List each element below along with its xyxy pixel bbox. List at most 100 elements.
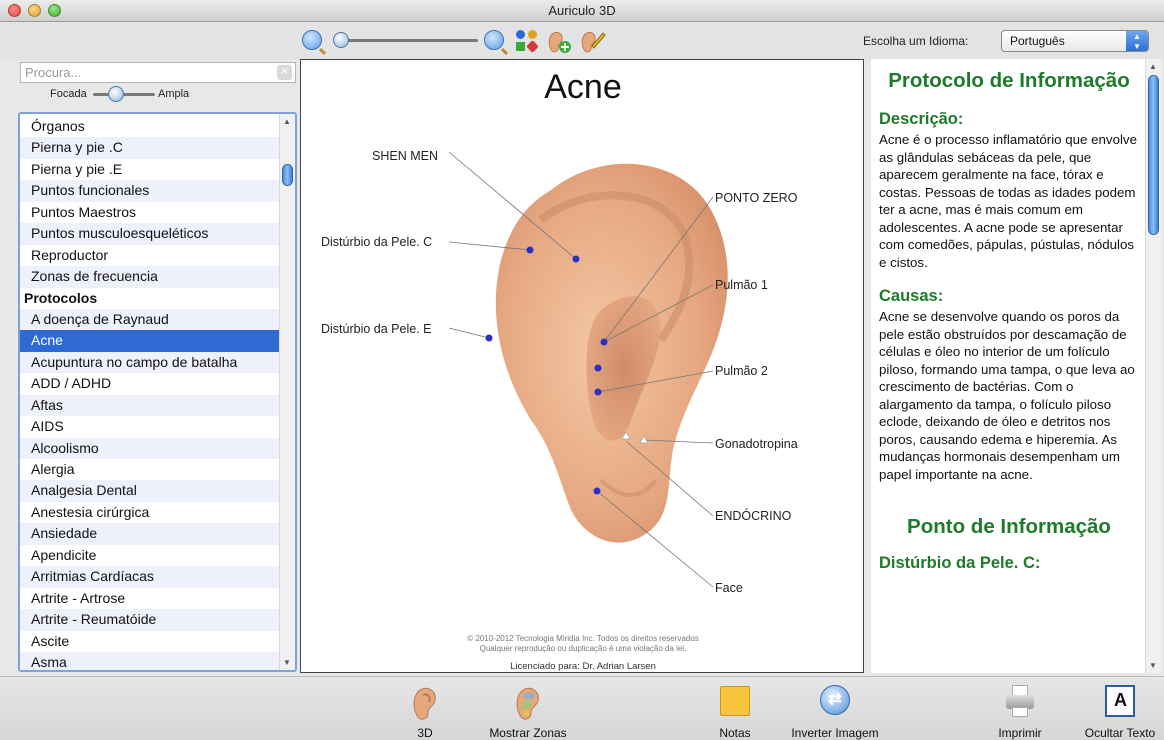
print-button[interactable]: Imprimir [990,677,1050,740]
description-heading: Descrição: [879,110,964,128]
label-face: Face [715,581,743,595]
chevron-updown-icon: ▲ ▼ [1126,31,1148,51]
list-item[interactable]: Reproductor [20,245,281,266]
list-item[interactable]: Puntos Maestros [20,202,281,223]
bottom-toolbar: 3D Mostrar Zonas Notas ⇄ Inverter Imagem… [0,676,1164,740]
point-heading: Distúrbio da Pele. C: [879,554,1041,572]
3d-label: 3D [417,726,433,740]
scroll-down-icon[interactable]: ▼ [283,658,291,667]
list-item[interactable]: Alergia [20,459,281,480]
protocol-list-items: Órganos Pierna y pie .C Pierna y pie .E Pun… [20,116,281,670]
printer-icon [1004,685,1036,719]
focus-slider-knob[interactable] [108,86,124,102]
point-ponto-zero[interactable] [594,364,602,372]
list-item[interactable]: Pierna y pie .C [20,137,281,159]
list-item[interactable]: Puntos funcionales [20,180,281,202]
list-item[interactable]: Puntos musculoesqueléticos [20,223,281,245]
clear-search-icon[interactable]: ✕ [277,65,292,80]
title-bar: Auriculo 3D [0,0,1164,22]
copyright-line-2: Qualquer reprodução ou duplicação é uma … [479,644,687,653]
ear-add-icon[interactable] [546,30,571,53]
info-title: Protocolo de Informação [888,69,1130,92]
focus-slider-track[interactable] [93,93,155,96]
zoom-slider-knob[interactable] [333,32,349,48]
search-input[interactable]: Procura... ✕ [20,62,296,83]
search-placeholder: Procura... [25,65,82,80]
label-endocrino: ENDÓCRINO [715,508,792,523]
top-toolbar: Escolha um Idioma: Português ▲ ▼ [0,22,1164,60]
list-item[interactable]: AIDS [20,416,281,437]
hide-text-button[interactable]: A Ocultar Texto [1078,677,1162,740]
label-disturbio-pele-c: Distúrbio da Pele. C [321,235,432,249]
list-item[interactable]: Acupuntura no campo de batalha [20,351,281,374]
scroll-down-icon[interactable]: ▼ [1149,661,1157,670]
list-item[interactable]: Artrite - Reumatóide [20,609,281,631]
notes-label: Notas [719,726,751,740]
point-shen-men[interactable] [572,255,580,263]
label-disturbio-pele-e: Distúrbio da Pele. E [321,322,431,336]
close-window-button[interactable] [8,4,21,17]
list-item[interactable]: Acne [20,330,281,352]
info-scrollbar[interactable]: ▲ ▼ [1145,59,1161,673]
list-item[interactable]: Aftas [20,394,281,417]
list-item[interactable]: Arritmias Cardíacas [20,566,281,588]
print-label: Imprimir [998,726,1042,740]
minimize-window-button[interactable] [28,4,41,17]
maximize-window-button[interactable] [48,4,61,17]
label-gonadotropina: Gonadotropina [715,437,798,451]
list-item[interactable]: A doença de Raynaud [20,308,281,331]
list-item[interactable]: Pierna y pie .E [20,159,281,180]
hide-text-icon: A [1105,685,1135,717]
list-item[interactable]: Zonas de frecuencia [20,266,281,288]
description-text: Acne é o processo inflamatório que envol… [879,132,1137,270]
copyright-notice: © 2010-2012 Tecnologia Miridia Inc. Todo… [301,634,865,654]
list-item[interactable]: Ascite [20,631,281,652]
point-disturbio-pele-c[interactable] [526,246,534,254]
notes-button[interactable]: Notas [710,677,760,740]
label-pulmao-2: Pulmão 2 [715,364,768,378]
ear-pen-icon[interactable] [580,30,606,53]
zoom-out-icon[interactable] [302,30,322,50]
point-pulmao-2[interactable] [594,388,602,396]
list-item[interactable]: Artrite - Artrose [20,588,281,609]
license-text: Licenciado para: Dr. Adrian Larsen [510,661,656,672]
list-item[interactable]: Alcoolismo [20,437,281,459]
notes-icon [720,686,750,716]
info-scroll-thumb[interactable] [1148,75,1159,235]
list-scroll-thumb[interactable] [282,164,293,186]
invert-image-button[interactable]: ⇄ Inverter Imagem [785,677,885,740]
list-item[interactable]: Ansiedade [20,523,281,545]
list-item[interactable]: ADD / ADHD [20,373,281,394]
zoom-in-icon[interactable] [484,30,504,50]
scroll-up-icon[interactable]: ▲ [1149,62,1157,71]
hide-text-label: Ocultar Texto [1084,726,1156,740]
list-item[interactable]: Órganos [20,116,281,137]
label-pulmao-1: Pulmão 1 [715,278,768,292]
list-item[interactable]: Analgesia Dental [20,480,281,502]
invert-image-label: Inverter Imagem [791,726,879,740]
language-select[interactable]: Português ▲ ▼ [1001,30,1149,52]
show-zones-button[interactable]: Mostrar Zonas [478,677,578,740]
point-pulmao-1[interactable] [600,338,608,346]
label-shen-men: SHEN MEN [372,149,438,163]
language-label: Escolha um Idioma: [863,34,969,48]
list-scrollbar[interactable]: ▲ ▼ [279,114,295,670]
list-item[interactable]: Apendicite [20,545,281,566]
language-value: Português [1010,34,1065,48]
point-info-title: Ponto de Informação [907,515,1111,538]
show-zones-label: Mostrar Zonas [489,726,567,740]
point-disturbio-pele-e[interactable] [485,334,493,342]
shapes-icon[interactable] [516,30,539,53]
info-panel: Protocolo de Informação Descrição: Acne … [871,59,1161,673]
zoom-slider-track[interactable] [336,39,478,42]
scroll-up-icon[interactable]: ▲ [283,117,291,126]
list-item[interactable]: Asma [20,651,281,670]
ear-diagram: SHEN MEN PONTO ZERO Distúrbio da Pele. C… [321,149,798,595]
focus-left-label: Focada [50,88,87,100]
point-face[interactable] [593,487,601,495]
focus-right-label: Ampla [158,88,190,100]
causes-text: Acne se desenvolve quando os poros da pe… [879,309,1135,482]
3d-button[interactable]: 3D [400,677,450,740]
list-item[interactable]: Anestesia cirúrgica [20,502,281,523]
ear-diagram-panel: Acne SHEN MEN PONTO ZERO Distúrbio da Pe… [300,59,864,673]
